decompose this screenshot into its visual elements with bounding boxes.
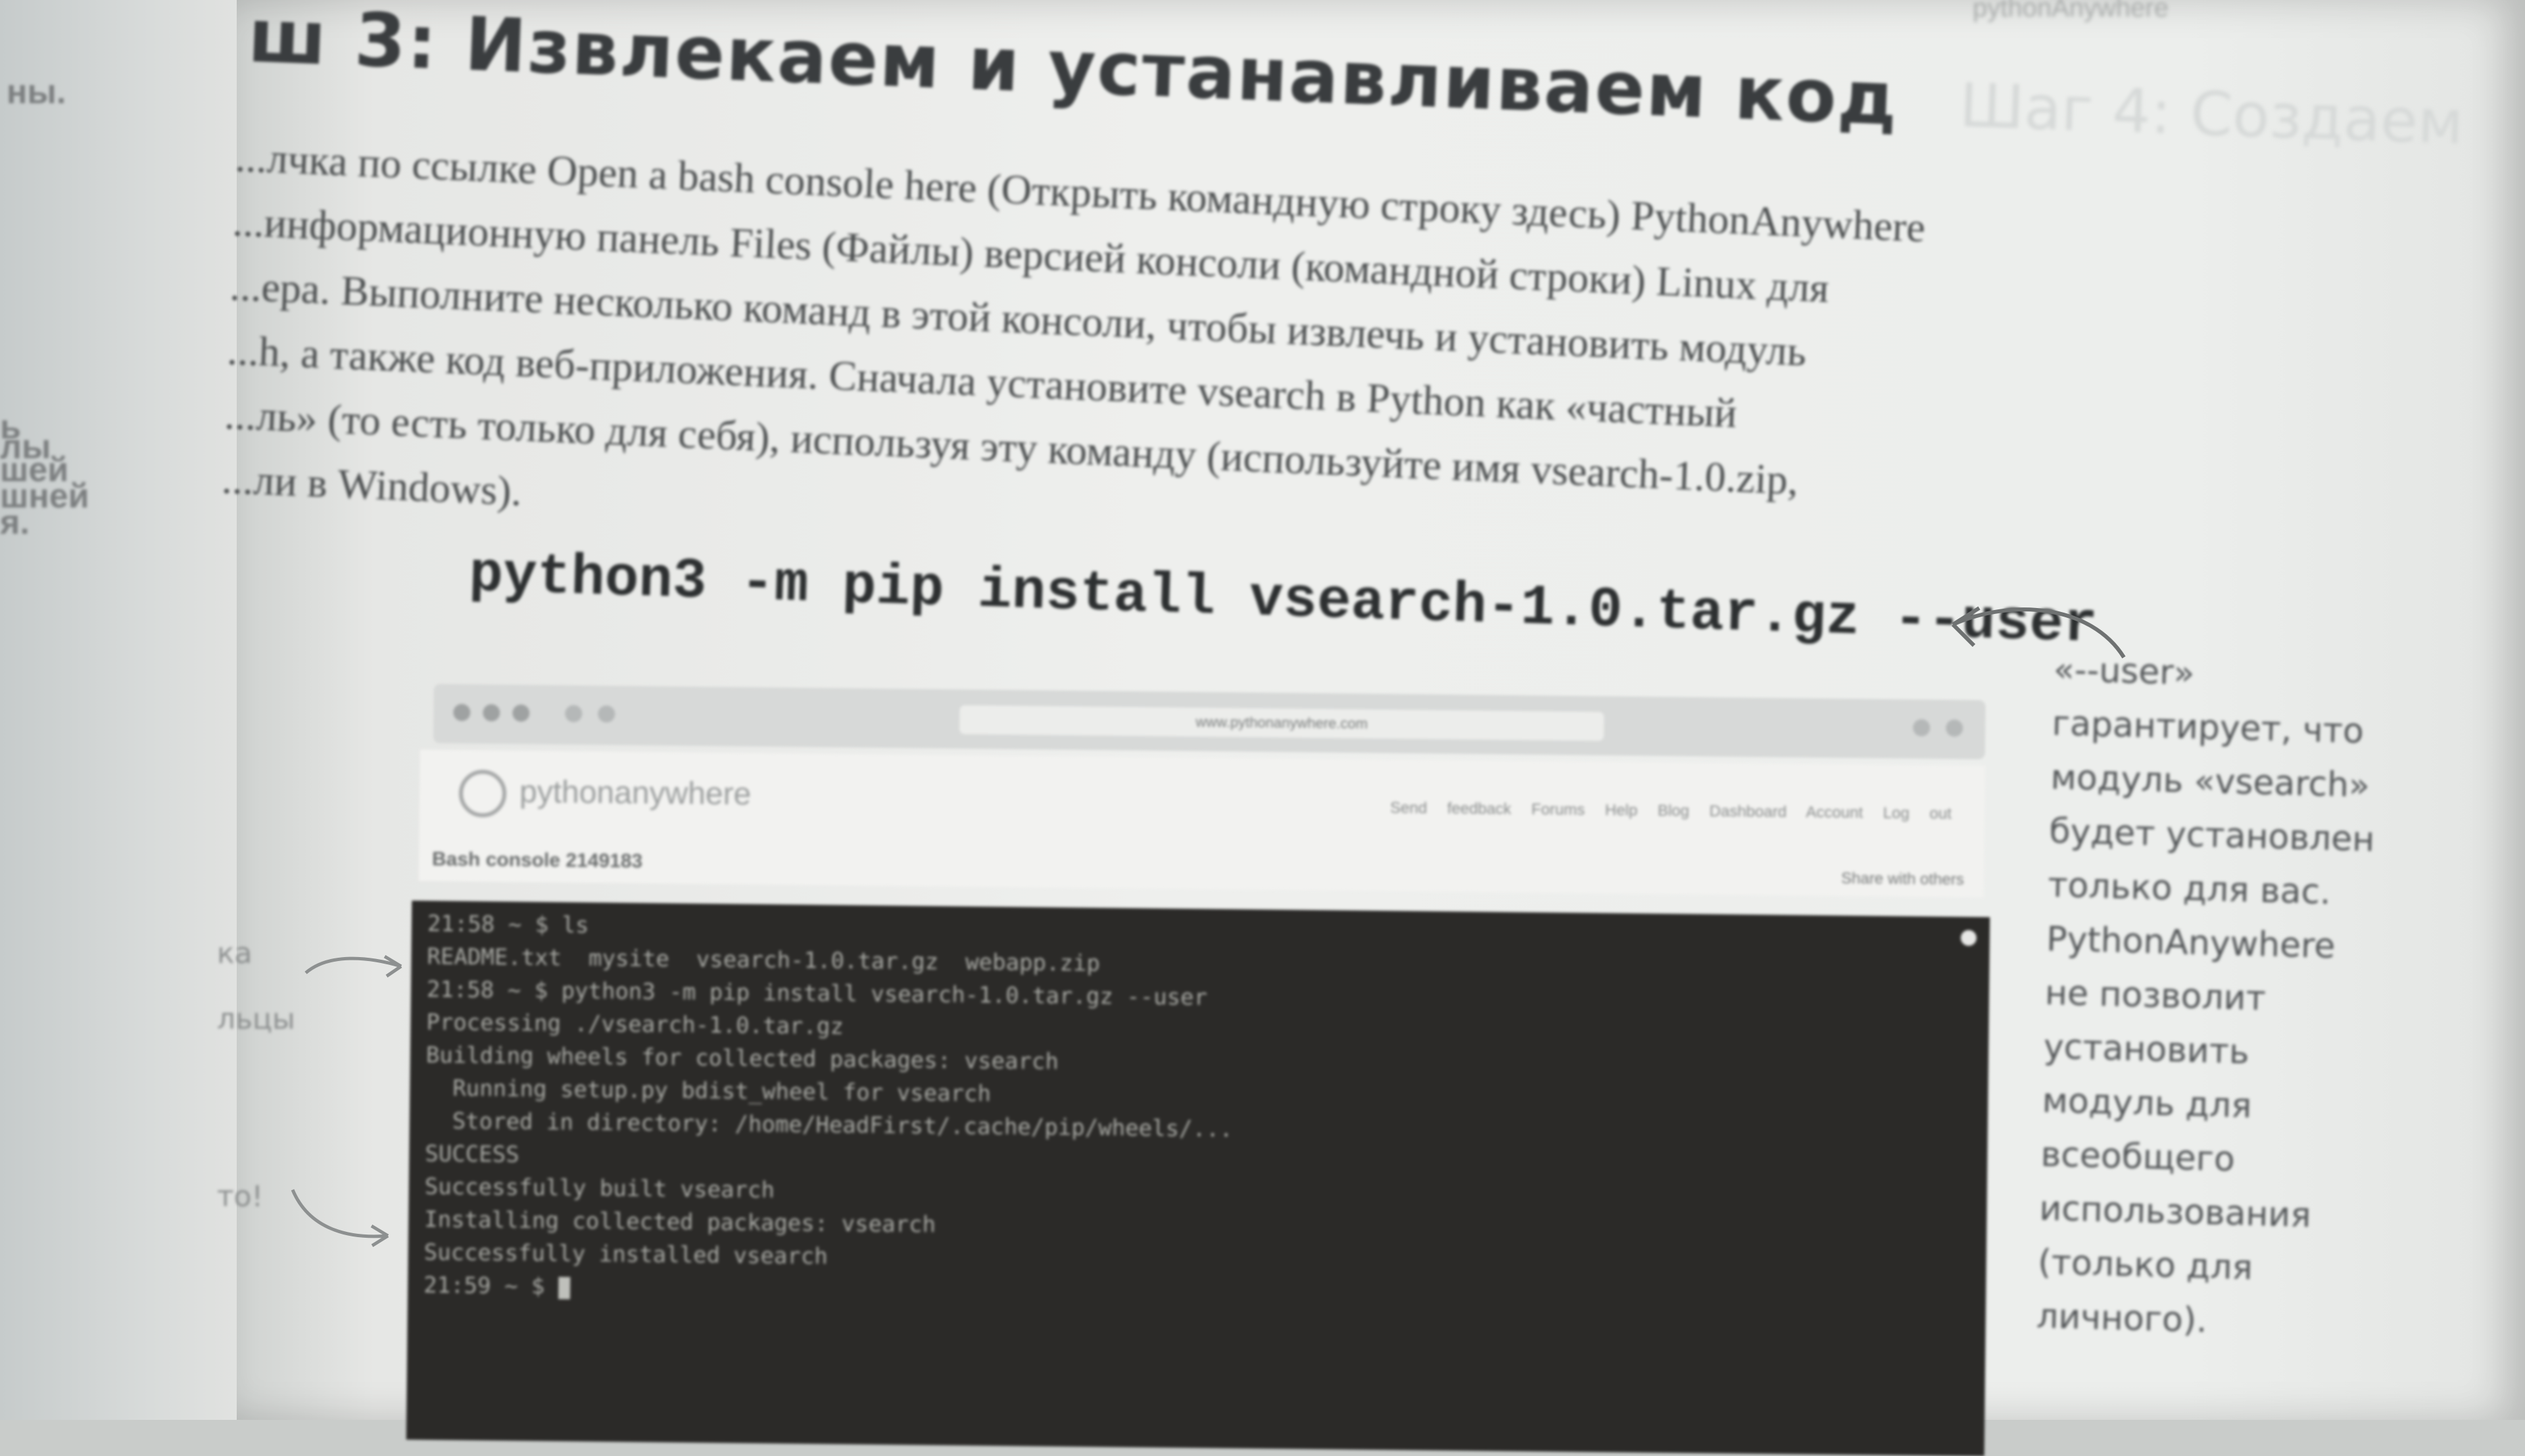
left-page: ны. ь лы шей шней я. <box>0 0 250 1420</box>
annotation-line: «--user» <box>2053 649 2196 693</box>
share-with-others-button[interactable]: Share with others <box>1841 870 1964 889</box>
terminal-line: Successfully installed vsearch <box>423 1239 829 1270</box>
back-icon[interactable] <box>565 705 583 722</box>
top-navigation[interactable]: Send feedback Forums Help Blog Dashboard… <box>1390 799 1952 824</box>
python-logo-icon <box>458 769 507 818</box>
terminal-line: 21:58 ~ $ python3 -m pip install vsearch… <box>426 976 1208 1011</box>
left-page-fragment: ны. <box>7 73 66 111</box>
annotation-line: использования <box>2038 1188 2312 1236</box>
pythonanywhere-logo[interactable]: pythonanywhere <box>458 769 752 820</box>
page-corner-label: pythonAnywhere <box>1973 0 2169 22</box>
annotation-line: модуль для <box>2042 1081 2253 1126</box>
terminal-line: Successfully built vsearch <box>424 1173 775 1204</box>
terminal-prompt[interactable]: 21:59 ~ $ <box>423 1272 558 1300</box>
annotation-line: установить <box>2043 1027 2250 1072</box>
terminal-line: SUCCESS <box>425 1140 519 1168</box>
tabs-icon[interactable] <box>1946 719 1963 737</box>
margin-callout: то! <box>217 1180 264 1213</box>
logo-text: pythonanywhere <box>519 774 752 812</box>
terminal-line: Stored in directory: /home/HeadFirst/.ca… <box>425 1108 1234 1143</box>
book-screenshot: www.pythonanywhere.com pythonanywhere Se… <box>400 670 1999 1456</box>
callout-arrow-icon <box>291 1189 389 1248</box>
left-page-fragment: я. <box>0 504 30 542</box>
terminal-line: README.txt mysite vsearch-1.0.tar.gz web… <box>427 943 1101 977</box>
browser-toolbar: www.pythonanywhere.com <box>433 684 1986 760</box>
window-maximize-icon[interactable] <box>512 704 530 722</box>
window-close-icon[interactable] <box>453 703 471 722</box>
annotation-line: всеобщего <box>2040 1135 2236 1180</box>
terminal-line: 21:58 ~ $ ls <box>427 910 589 939</box>
window-minimize-icon[interactable] <box>483 704 500 722</box>
pythonanywhere-header: pythonanywhere Send feedback Forums Help… <box>418 749 1985 898</box>
handwritten-annotation: «--user» гарантирует, что модуль «vsearc… <box>2036 643 2422 1353</box>
forward-icon[interactable] <box>598 705 615 723</box>
console-title: Bash console 2149183 <box>431 848 643 872</box>
annotation-line: гарантирует, что <box>2052 703 2365 752</box>
margin-callout: льцы <box>217 1002 295 1036</box>
margin-callout: ка <box>217 937 252 970</box>
annotation-line: только для вас. <box>2047 865 2332 912</box>
annotation-line: будет установлен <box>2048 811 2375 860</box>
terminal-line: Processing ./vsearch-1.0.tar.gz <box>426 1009 844 1040</box>
bash-terminal[interactable]: 21:58 ~ $ ls README.txt mysite vsearch-1… <box>406 901 1990 1456</box>
terminal-indicator-icon <box>1960 929 1977 947</box>
terminal-line: Running setup.py bdist_wheel for vsearch <box>425 1075 992 1108</box>
callout-arrow-icon <box>304 954 402 978</box>
terminal-line: Building wheels for collected packages: … <box>425 1042 1059 1075</box>
terminal-line: Installing collected packages: vsearch <box>424 1206 936 1238</box>
annotation-line: личного). <box>2036 1296 2208 1341</box>
annotation-line: не позволит <box>2044 973 2267 1019</box>
annotation-line: (только для <box>2037 1242 2253 1288</box>
terminal-cursor <box>558 1276 571 1300</box>
address-bar[interactable]: www.pythonanywhere.com <box>959 705 1604 741</box>
share-icon[interactable] <box>1913 718 1931 737</box>
annotation-line: модуль «vsearch» <box>2050 757 2370 806</box>
annotation-line: PythonAnywhere <box>2046 919 2336 967</box>
